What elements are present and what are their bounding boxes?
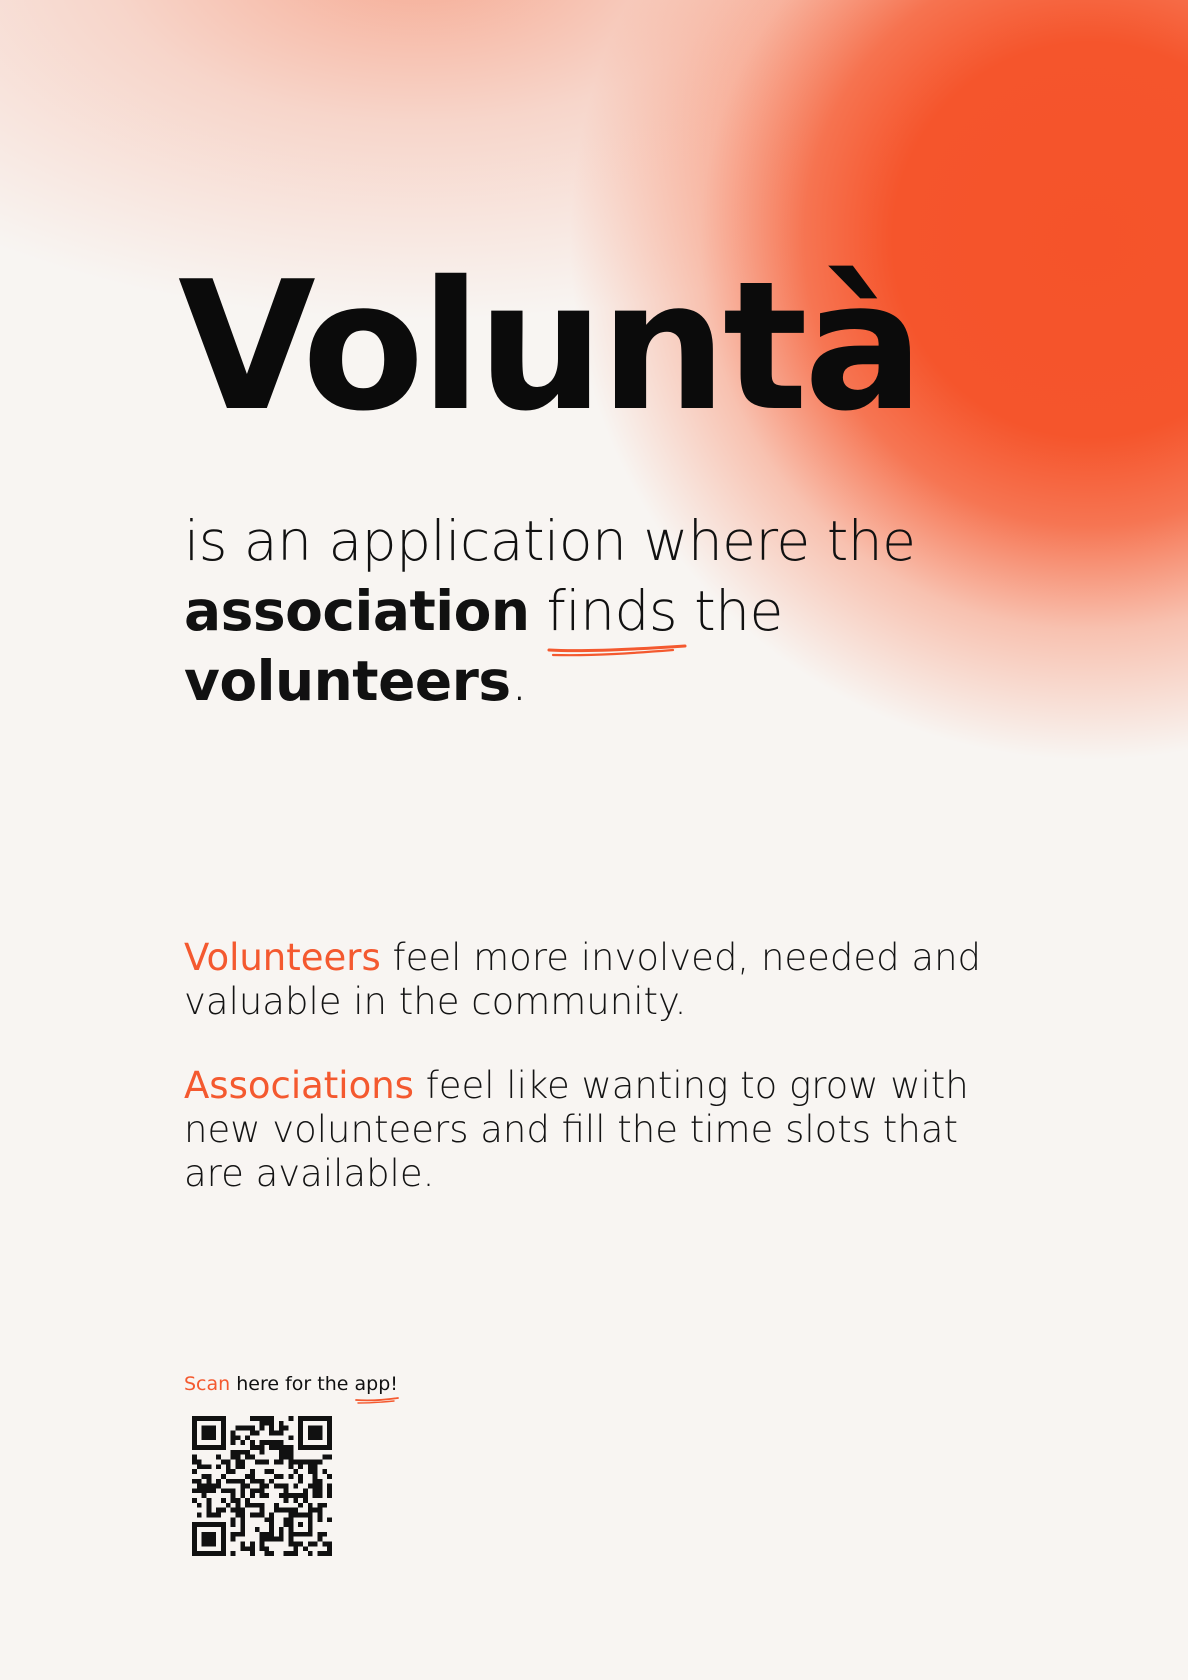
scan-accent-word: Scan: [184, 1373, 231, 1395]
associations-accent-word: Associations: [184, 1064, 414, 1107]
associations-paragraph: Associations feel like wanting to grow w…: [184, 1064, 1024, 1196]
scan-caption: Scan here for the app!: [184, 1372, 400, 1404]
tagline-bold-volunteers: volunteers: [184, 649, 511, 713]
tagline-underlined-text: finds: [546, 579, 678, 643]
tagline-part-2: [530, 579, 547, 643]
scan-app-text: app!: [354, 1373, 398, 1395]
volunteers-paragraph: Volunteers feel more involved, needed an…: [184, 936, 1024, 1024]
tagline-part-3: the: [677, 579, 783, 643]
mini-scribble-icon: [355, 1397, 400, 1404]
qr-code-icon[interactable]: [192, 1416, 332, 1556]
scan-app-word: app!: [354, 1372, 400, 1404]
tagline-part-4: .: [510, 649, 528, 713]
scan-caption-text: here for the: [230, 1373, 355, 1395]
app-title: Voluntà: [178, 243, 924, 450]
scribble-underline-icon: [547, 644, 687, 657]
tagline-underlined-word: finds: [546, 576, 687, 657]
tagline-bold-association: association: [184, 579, 530, 643]
tagline: is an application where the association …: [184, 506, 1004, 716]
volunteers-accent-word: Volunteers: [184, 936, 381, 979]
tagline-part-1: is an application where the: [184, 509, 916, 573]
